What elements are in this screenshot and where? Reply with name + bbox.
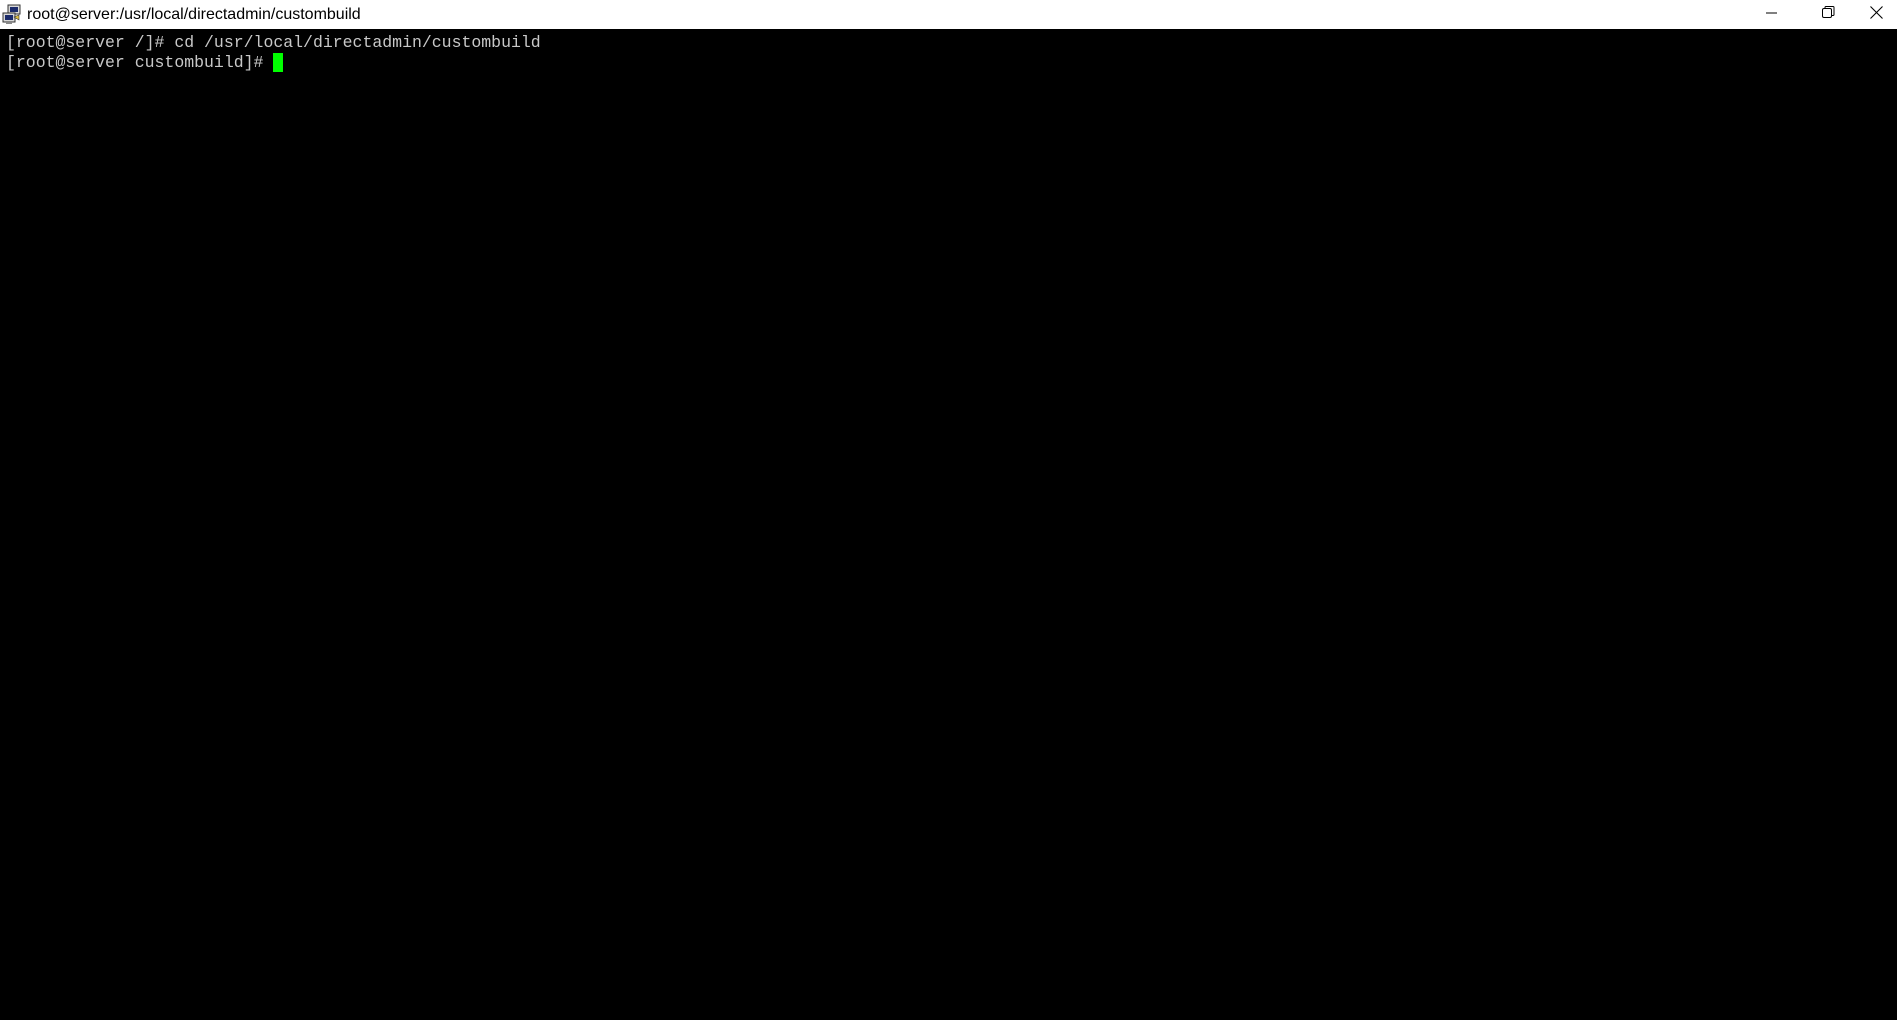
putty-icon[interactable]	[2, 4, 23, 25]
terminal-cursor	[273, 53, 284, 72]
restore-icon	[1821, 5, 1835, 24]
terminal-line: [root@server /]# cd /usr/local/directadm…	[6, 33, 541, 53]
terminal-line: [root@server custombuild]#	[6, 53, 284, 73]
terminal-prompt: [root@server custombuild]#	[6, 53, 274, 72]
terminal-window: root@server:/usr/local/directadmin/custo…	[0, 0, 1897, 1021]
close-icon	[1870, 5, 1883, 24]
window-title: root@server:/usr/local/directadmin/custo…	[27, 6, 361, 23]
close-button[interactable]	[1856, 0, 1897, 29]
minimize-button[interactable]	[1744, 0, 1800, 29]
maximize-button[interactable]	[1800, 0, 1856, 29]
minimize-icon	[1766, 6, 1778, 24]
title-bar[interactable]: root@server:/usr/local/directadmin/custo…	[0, 0, 1897, 29]
terminal-line-text: [root@server /]# cd /usr/local/directadm…	[6, 33, 541, 52]
terminal-output[interactable]: [root@server /]# cd /usr/local/directadm…	[0, 29, 1897, 1020]
